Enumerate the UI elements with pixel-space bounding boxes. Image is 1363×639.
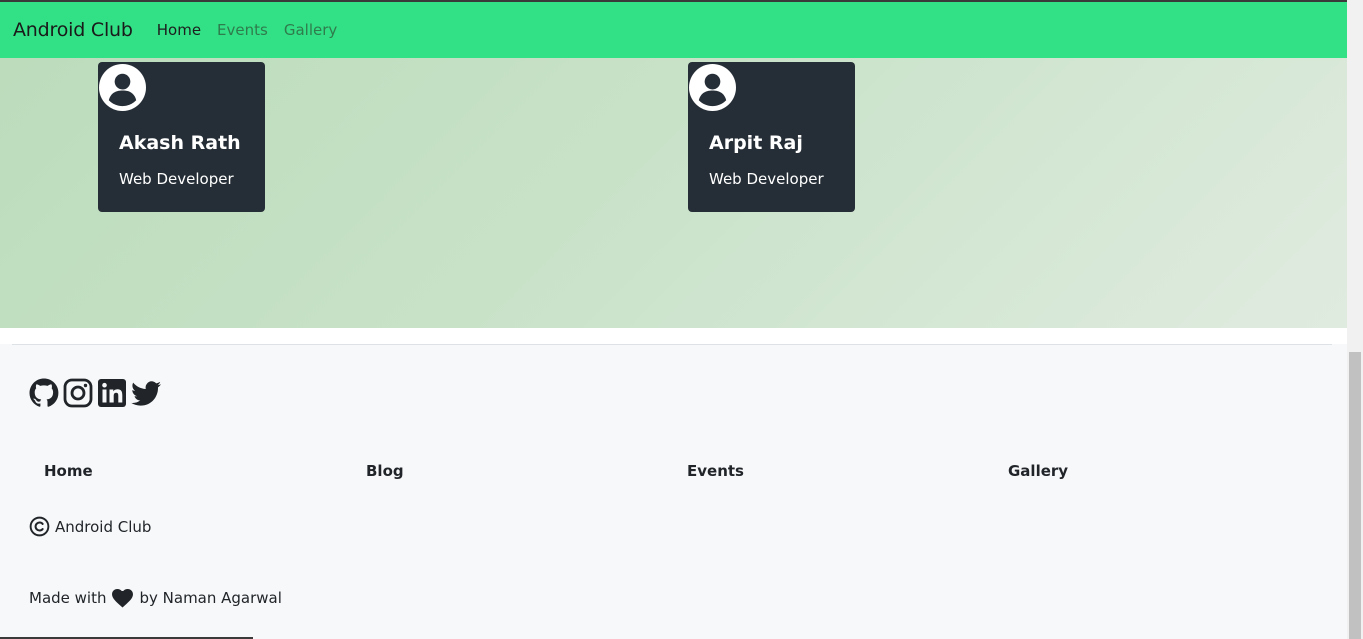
- heart-icon: [112, 588, 134, 608]
- brand-link[interactable]: Android Club: [13, 19, 133, 41]
- linkedin-icon[interactable]: [96, 377, 128, 409]
- nav-link-gallery[interactable]: Gallery: [284, 21, 337, 39]
- footer-link-gallery[interactable]: Gallery: [1008, 462, 1068, 480]
- member-card: Arpit Raj Web Developer: [688, 62, 855, 212]
- member-card: Akash Rath Web Developer: [98, 62, 265, 212]
- user-avatar-icon: [689, 64, 736, 111]
- nav-link-events[interactable]: Events: [217, 21, 268, 39]
- instagram-icon[interactable]: [62, 377, 94, 409]
- member-name: Akash Rath: [119, 132, 241, 154]
- member-name: Arpit Raj: [709, 132, 803, 154]
- footer-divider: [12, 344, 1332, 345]
- copyright: Android Club: [29, 516, 151, 537]
- navbar: Android Club Home Events Gallery: [0, 2, 1347, 58]
- member-role: Web Developer: [709, 170, 824, 188]
- copyright-text: Android Club: [55, 517, 152, 536]
- nav-link-home[interactable]: Home: [157, 21, 201, 39]
- footer-link-home[interactable]: Home: [44, 462, 93, 480]
- scrollbar-thumb[interactable]: [1349, 352, 1361, 639]
- twitter-icon[interactable]: [130, 377, 162, 409]
- social-links: [28, 377, 162, 409]
- user-avatar-icon: [99, 64, 146, 111]
- member-role: Web Developer: [119, 170, 234, 188]
- footer-link-events[interactable]: Events: [687, 462, 744, 480]
- made-with-author: by Naman Agarwal: [139, 589, 282, 607]
- made-with-prefix: Made with: [29, 589, 107, 607]
- copyright-icon: [29, 516, 50, 537]
- footer-link-blog[interactable]: Blog: [366, 462, 404, 480]
- github-icon[interactable]: [28, 377, 60, 409]
- made-with-credit: Made with by Naman Agarwal: [29, 588, 282, 608]
